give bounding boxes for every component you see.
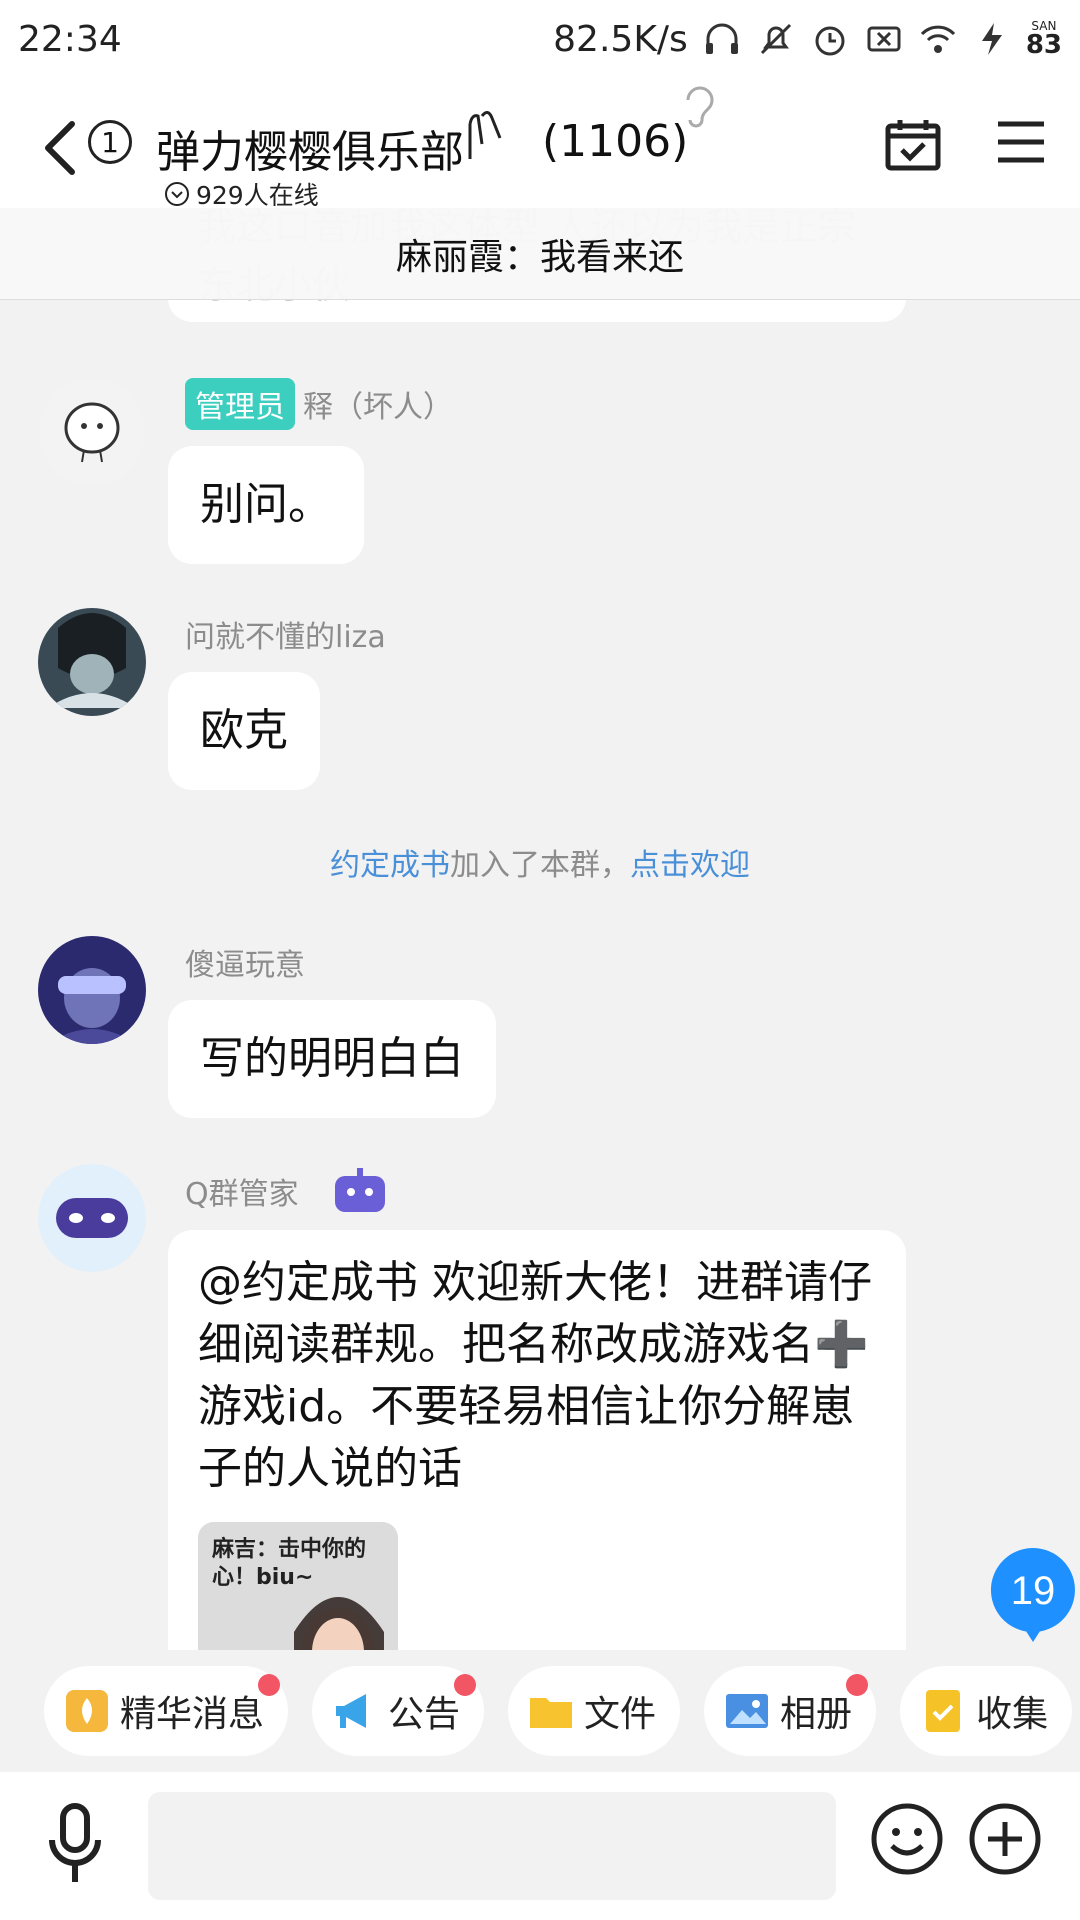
new-dot — [258, 1674, 281, 1696]
group-shortcut-bar: 精华消息 公告 文件 相册 收集 — [0, 1650, 1080, 1772]
shortcut-album[interactable]: 相册 — [704, 1666, 877, 1756]
unread-badge-text: 19 — [1011, 1569, 1056, 1613]
new-member-link[interactable]: 约定成书 — [330, 848, 450, 883]
battery-level: SAN 83 — [1025, 19, 1062, 60]
sender-name: Q群管家 — [185, 1168, 389, 1214]
new-dot — [454, 1674, 477, 1696]
wifi-icon — [920, 25, 955, 53]
headphones-icon — [705, 23, 738, 54]
avatar[interactable] — [38, 378, 146, 486]
folder-icon — [530, 1698, 573, 1728]
shortcut-label: 相册 — [780, 1694, 853, 1735]
join-text: 加入了本群， — [450, 848, 630, 883]
shortcut-collect[interactable]: 收集 — [900, 1666, 1073, 1756]
online-label: 929人在线 — [196, 181, 319, 210]
shortcut-label: 收集 — [976, 1694, 1049, 1735]
member-count: (1106) — [542, 116, 689, 167]
sender-name: 傻逼玩意 — [185, 948, 305, 983]
shortcut-announcement[interactable]: 公告 — [312, 1666, 485, 1756]
shortcut-label: 公告 — [388, 1694, 461, 1735]
message-bubble[interactable]: 欧克 — [168, 672, 320, 790]
message-bubble[interactable]: @约定成书 欢迎新大佬！进群请仔细阅读群规。把名称改成游戏名➕游戏id。不要轻易… — [168, 1230, 906, 1660]
microphone-icon[interactable] — [44, 1802, 106, 1886]
unread-count[interactable]: 1 — [88, 120, 132, 164]
sticker-image[interactable]: 麻吉：击中你的心！biu~ — [198, 1522, 398, 1660]
shortcut-label: 文件 — [584, 1694, 657, 1735]
message-bubble[interactable]: 别问。 — [168, 446, 364, 564]
avatar[interactable] — [38, 936, 146, 1044]
bot-welcome-text: @约定成书 欢迎新大佬！进群请仔细阅读群规。把名称改成游戏名➕游戏id。不要轻易… — [198, 1257, 872, 1494]
sender-label: 释（坏人） — [303, 390, 453, 425]
sender-name: 管理员 释（坏人） — [185, 378, 453, 430]
pinned-message-bar[interactable]: 麻丽霞：我看来还 — [0, 208, 1080, 300]
ear-icon — [686, 86, 714, 128]
page-title[interactable]: 弹力樱樱俱乐部 — [156, 116, 464, 180]
emoji-icon[interactable] — [870, 1802, 944, 1876]
hand-wave-icon — [468, 111, 502, 159]
sender-name: 问就不懂的liza — [185, 620, 386, 655]
alarm-icon — [815, 26, 845, 56]
album-icon — [726, 1694, 769, 1728]
sticker-caption: 麻吉：击中你的心！biu~ — [212, 1537, 367, 1590]
bell-off-icon — [760, 23, 791, 55]
system-join-notice: 约定成书加入了本群，点击欢迎 — [0, 840, 1080, 884]
megaphone-icon — [336, 1694, 367, 1728]
sender-label: Q群管家 — [185, 1177, 299, 1212]
online-count[interactable]: 929人在线 — [164, 176, 319, 212]
shortcut-files[interactable]: 文件 — [508, 1666, 681, 1756]
robot-icon — [334, 1168, 385, 1212]
message-input-bar — [0, 1772, 1080, 1920]
menu-icon[interactable] — [996, 118, 1046, 166]
sim-x-icon — [867, 26, 901, 52]
admin-badge: 管理员 — [185, 378, 295, 430]
back-icon[interactable] — [40, 118, 80, 178]
chat-header: 1 弹力樱樱俱乐部 (1106) 929人在线 — [0, 78, 1080, 210]
plus-icon[interactable] — [968, 1802, 1042, 1876]
unread-messages-badge[interactable]: 19 — [980, 1544, 1080, 1650]
network-speed: 82.5K/s — [553, 18, 688, 60]
message-input[interactable] — [148, 1792, 836, 1900]
shortcut-essence[interactable]: 精华消息 — [44, 1666, 289, 1756]
status-bar: 22:34 82.5K/s SAN 83 — [0, 0, 1080, 78]
avatar[interactable] — [38, 1164, 146, 1272]
collect-icon — [926, 1690, 961, 1732]
shortcut-label: 精华消息 — [120, 1694, 265, 1735]
chevron-down-icon — [165, 182, 189, 206]
avatar[interactable] — [38, 608, 146, 716]
calendar-check-icon[interactable] — [884, 116, 942, 172]
new-dot — [846, 1674, 869, 1696]
battery-charging-icon — [981, 23, 1002, 55]
welcome-link[interactable]: 点击欢迎 — [630, 848, 750, 883]
message-bubble[interactable]: 写的明明白白 — [168, 1000, 496, 1118]
status-time: 22:34 — [18, 18, 122, 60]
essence-icon — [66, 1690, 108, 1732]
